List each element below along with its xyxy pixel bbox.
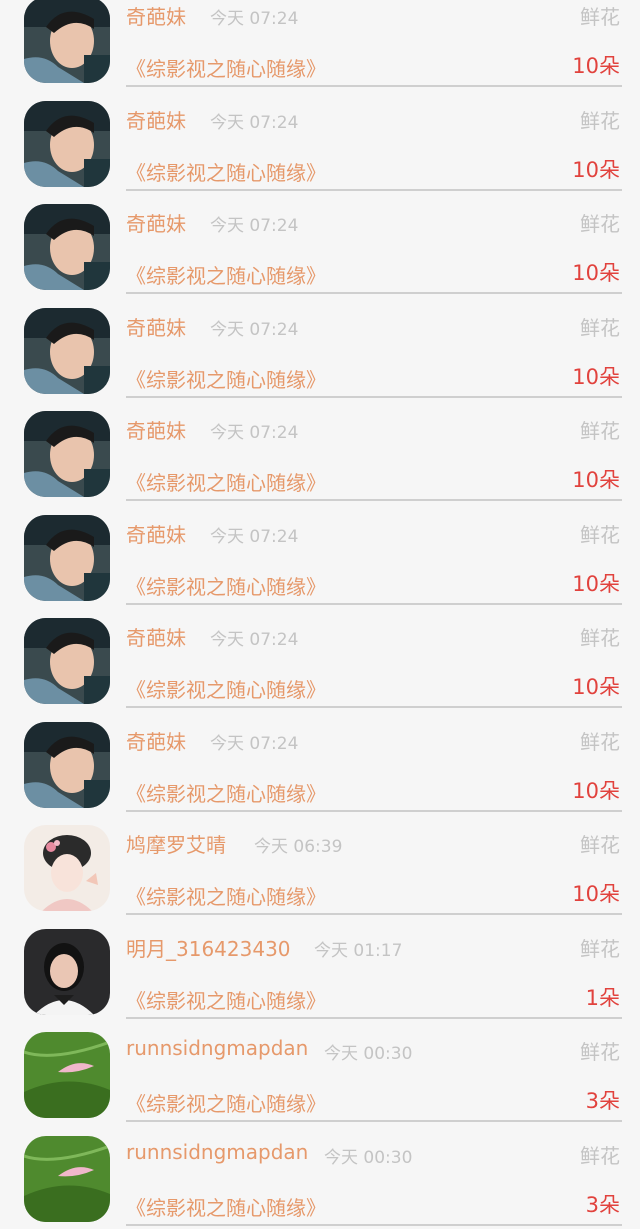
username[interactable]: 奇葩妹 <box>126 622 186 651</box>
book-title[interactable]: 《综影视之随心随缘》 <box>126 157 326 186</box>
list-item[interactable]: 鸠摩罗艾晴 今天 06:39 鲜花 《综影视之随心随缘》 10朵 <box>0 815 640 919</box>
username[interactable]: 奇葩妹 <box>126 415 186 444</box>
avatar[interactable] <box>24 411 110 497</box>
gift-type: 鲜花 <box>580 829 620 858</box>
timestamp: 今天 00:30 <box>324 1143 412 1168</box>
divider <box>126 85 622 87</box>
gift-type: 鲜花 <box>580 415 620 444</box>
gift-count: 10朵 <box>572 154 620 184</box>
gift-type: 鲜花 <box>580 105 620 134</box>
book-title[interactable]: 《综影视之随心随缘》 <box>126 571 326 600</box>
avatar[interactable] <box>24 308 110 394</box>
list-item[interactable]: 奇葩妹 今天 07:24 鲜花 《综影视之随心随缘》 10朵 <box>0 401 640 505</box>
username[interactable]: 奇葩妹 <box>126 105 186 134</box>
gift-count: 10朵 <box>572 464 620 494</box>
avatar[interactable] <box>24 1032 110 1118</box>
divider <box>126 1017 622 1019</box>
avatar[interactable] <box>24 0 110 83</box>
book-title[interactable]: 《综影视之随心随缘》 <box>126 467 326 496</box>
divider <box>126 603 622 605</box>
divider <box>126 913 622 915</box>
list-item[interactable]: 奇葩妹 今天 07:24 鲜花 《综影视之随心随缘》 10朵 <box>0 194 640 298</box>
username[interactable]: 奇葩妹 <box>126 726 186 755</box>
username[interactable]: 奇葩妹 <box>126 519 186 548</box>
gift-type: 鲜花 <box>580 519 620 548</box>
avatar[interactable] <box>24 618 110 704</box>
divider <box>126 706 622 708</box>
gift-count: 10朵 <box>572 878 620 908</box>
list-item[interactable]: 奇葩妹 今天 07:24 鲜花 《综影视之随心随缘》 10朵 <box>0 712 640 816</box>
list-item[interactable]: runnsidngmapdan 今天 00:30 鲜花 《综影视之随心随缘》 3… <box>0 1022 640 1126</box>
gift-type: 鲜花 <box>580 933 620 962</box>
book-title[interactable]: 《综影视之随心随缘》 <box>126 364 326 393</box>
divider <box>126 499 622 501</box>
list-item[interactable]: 奇葩妹 今天 07:24 鲜花 《综影视之随心随缘》 10朵 <box>0 0 640 91</box>
book-title[interactable]: 《综影视之随心随缘》 <box>126 1088 326 1117</box>
username[interactable]: 明月_316423430 <box>126 933 291 962</box>
gift-count: 10朵 <box>572 568 620 598</box>
book-title[interactable]: 《综影视之随心随缘》 <box>126 53 326 82</box>
gift-count: 10朵 <box>572 775 620 805</box>
list-item[interactable]: 明月_316423430 今天 01:17 鲜花 《综影视之随心随缘》 1朵 <box>0 919 640 1023</box>
book-title[interactable]: 《综影视之随心随缘》 <box>126 260 326 289</box>
avatar[interactable] <box>24 929 110 1015</box>
timestamp: 今天 00:30 <box>324 1039 412 1064</box>
timestamp: 今天 07:24 <box>210 211 298 236</box>
avatar[interactable] <box>24 1136 110 1222</box>
divider <box>126 292 622 294</box>
username[interactable]: runnsidngmapdan <box>126 1036 308 1060</box>
gift-count: 10朵 <box>572 257 620 287</box>
timestamp: 今天 07:24 <box>210 108 298 133</box>
timestamp: 今天 07:24 <box>210 729 298 754</box>
gift-type: 鲜花 <box>580 726 620 755</box>
username[interactable]: 奇葩妹 <box>126 312 186 341</box>
book-title[interactable]: 《综影视之随心随缘》 <box>126 1192 326 1221</box>
divider <box>126 396 622 398</box>
gift-count: 10朵 <box>572 50 620 80</box>
gift-type: 鲜花 <box>580 1036 620 1065</box>
gift-type: 鲜花 <box>580 1 620 30</box>
username[interactable]: 奇葩妹 <box>126 208 186 237</box>
timestamp: 今天 07:24 <box>210 315 298 340</box>
gift-count: 3朵 <box>586 1189 620 1219</box>
book-title[interactable]: 《综影视之随心随缘》 <box>126 778 326 807</box>
username[interactable]: runnsidngmapdan <box>126 1140 308 1164</box>
gift-type: 鲜花 <box>580 312 620 341</box>
book-title[interactable]: 《综影视之随心随缘》 <box>126 881 326 910</box>
divider <box>126 189 622 191</box>
avatar[interactable] <box>24 515 110 601</box>
username[interactable]: 奇葩妹 <box>126 1 186 30</box>
book-title[interactable]: 《综影视之随心随缘》 <box>126 674 326 703</box>
gift-count: 1朵 <box>586 982 620 1012</box>
gift-count: 10朵 <box>572 671 620 701</box>
timestamp: 今天 01:17 <box>314 936 402 961</box>
gift-type: 鲜花 <box>580 1140 620 1169</box>
timestamp: 今天 07:24 <box>210 418 298 443</box>
list-item[interactable]: 奇葩妹 今天 07:24 鲜花 《综影视之随心随缘》 10朵 <box>0 298 640 402</box>
gift-type: 鲜花 <box>580 208 620 237</box>
gift-count: 10朵 <box>572 361 620 391</box>
list-item[interactable]: 奇葩妹 今天 07:24 鲜花 《综影视之随心随缘》 10朵 <box>0 505 640 609</box>
divider <box>126 1120 622 1122</box>
list-item[interactable]: 奇葩妹 今天 07:24 鲜花 《综影视之随心随缘》 10朵 <box>0 91 640 195</box>
avatar[interactable] <box>24 204 110 290</box>
timestamp: 今天 07:24 <box>210 625 298 650</box>
timestamp: 今天 07:24 <box>210 522 298 547</box>
timestamp: 今天 06:39 <box>254 832 342 857</box>
avatar[interactable] <box>24 101 110 187</box>
avatar[interactable] <box>24 825 110 911</box>
gift-type: 鲜花 <box>580 622 620 651</box>
book-title[interactable]: 《综影视之随心随缘》 <box>126 985 326 1014</box>
divider <box>126 1224 622 1226</box>
gift-record-list: 奇葩妹 今天 07:24 鲜花 《综影视之随心随缘》 10朵 奇葩妹 今天 07… <box>0 0 640 1214</box>
username[interactable]: 鸠摩罗艾晴 <box>126 829 226 858</box>
list-item[interactable]: 奇葩妹 今天 07:24 鲜花 《综影视之随心随缘》 10朵 <box>0 608 640 712</box>
gift-count: 3朵 <box>586 1085 620 1115</box>
avatar[interactable] <box>24 722 110 808</box>
timestamp: 今天 07:24 <box>210 4 298 29</box>
list-item[interactable]: runnsidngmapdan 今天 00:30 鲜花 《综影视之随心随缘》 3… <box>0 1126 640 1229</box>
divider <box>126 810 622 812</box>
